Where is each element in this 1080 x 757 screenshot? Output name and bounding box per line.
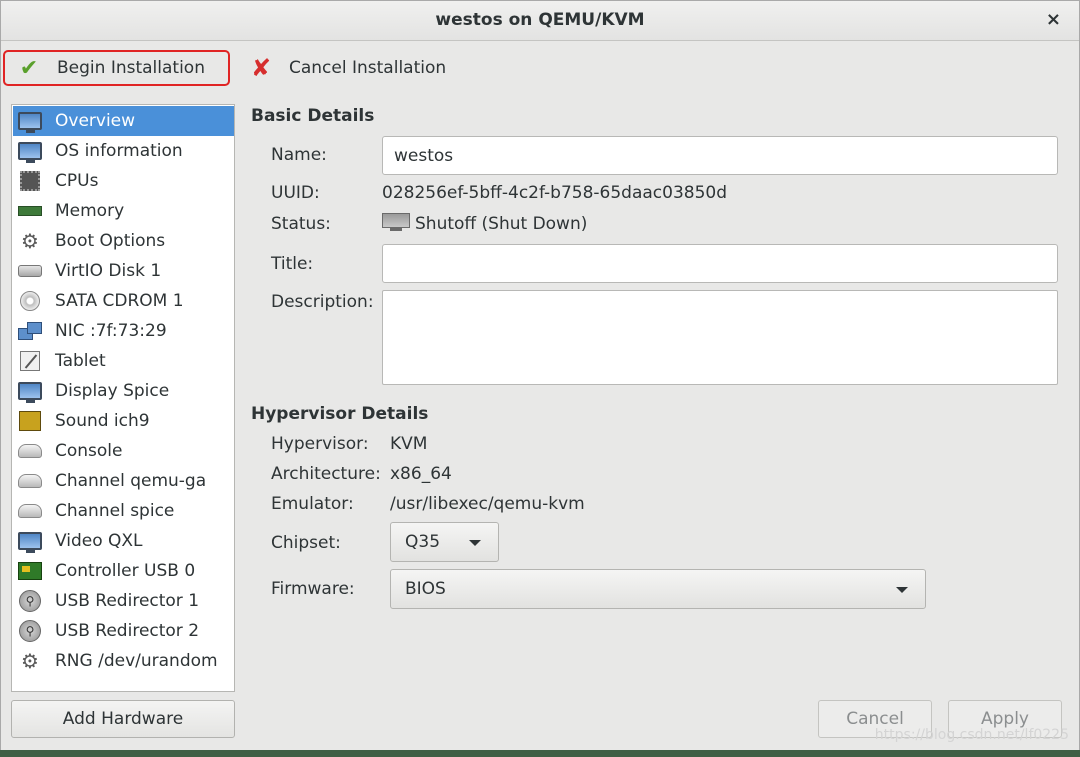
emulator-label: Emulator: — [271, 494, 354, 514]
sidebar-item-label: SATA CDROM 1 — [55, 291, 184, 311]
monitor-icon — [17, 530, 43, 553]
sidebar-item-rng-dev-urandom[interactable]: ⚙ RNG /dev/urandom — [13, 646, 234, 676]
hypervisor-value: KVM — [390, 434, 428, 454]
uuid-label: UUID: — [271, 183, 320, 203]
sound-card-icon — [17, 410, 43, 432]
title-field[interactable] — [382, 244, 1058, 283]
architecture-value: x86_64 — [390, 464, 452, 484]
sidebar-item-label: Display Spice — [55, 381, 170, 401]
sidebar-item-os-information[interactable]: OS information — [13, 136, 234, 166]
sidebar-item-boot-options[interactable]: ⚙ Boot Options — [13, 226, 234, 256]
sidebar-item-controller-usb-0[interactable]: Controller USB 0 — [13, 556, 234, 586]
sidebar-item-label: Controller USB 0 — [55, 561, 196, 581]
sidebar-item-tablet[interactable]: Tablet — [13, 346, 234, 376]
close-icon[interactable]: × — [1046, 9, 1061, 30]
hypervisor-details-heading: Hypervisor Details — [251, 404, 429, 424]
monitor-icon — [17, 110, 43, 133]
network-icon — [17, 320, 43, 342]
title-label: Title: — [271, 254, 314, 274]
hypervisor-label: Hypervisor: — [271, 434, 369, 454]
sidebar-item-label: Overview — [55, 111, 136, 131]
sidebar-item-label: Sound ich9 — [55, 411, 150, 431]
sidebar-item-virtio-disk-1[interactable]: VirtIO Disk 1 — [13, 256, 234, 286]
cdrom-icon — [17, 290, 43, 312]
red-x-icon: ✘ — [250, 54, 272, 82]
sidebar-item-label: RNG /dev/urandom — [55, 651, 218, 671]
begin-installation-label: Begin Installation — [57, 58, 205, 78]
serial-icon — [17, 500, 43, 522]
sidebar-item-usb-redirector-2[interactable]: ⚲ USB Redirector 2 — [13, 616, 234, 646]
add-hardware-button[interactable]: Add Hardware — [11, 700, 235, 738]
chipset-selected-value: Q35 — [405, 532, 441, 552]
gears-icon: ⚙ — [21, 229, 39, 253]
sidebar-item-sound-ich9[interactable]: Sound ich9 — [13, 406, 234, 436]
sidebar-item-memory[interactable]: Memory — [13, 196, 234, 226]
sidebar-item-label: Video QXL — [55, 531, 143, 551]
sidebar-item-label: USB Redirector 2 — [55, 621, 200, 641]
architecture-label: Architecture: — [271, 464, 381, 484]
serial-icon — [17, 440, 43, 462]
desktop-background-strip — [0, 750, 1080, 757]
description-textarea[interactable] — [382, 290, 1058, 385]
sidebar-item-label: USB Redirector 1 — [55, 591, 200, 611]
name-field[interactable]: westos — [382, 136, 1058, 175]
chevron-down-icon — [469, 540, 481, 546]
name-label: Name: — [271, 145, 327, 165]
hardware-list: Overview OS information CPUs Memory ⚙ Bo… — [11, 104, 235, 692]
chipset-label: Chipset: — [271, 533, 341, 553]
checkmark-icon: ✔ — [19, 55, 39, 81]
disk-icon — [17, 260, 43, 282]
sidebar-item-label: Boot Options — [55, 231, 166, 251]
sidebar-item-label: NIC :7f:73:29 — [55, 321, 167, 341]
cpu-chip-icon — [17, 170, 43, 192]
sidebar-item-video-qxl[interactable]: Video QXL — [13, 526, 234, 556]
cancel-installation-button[interactable]: ✘ Cancel Installation — [237, 50, 456, 86]
monitor-icon — [17, 380, 43, 403]
description-label: Description: — [271, 292, 374, 312]
status-value: Shutoff (Shut Down) — [415, 214, 588, 234]
sidebar-item-label: Channel spice — [55, 501, 175, 521]
firmware-label: Firmware: — [271, 579, 355, 599]
usb-icon: ⚲ — [17, 620, 43, 642]
window-title: westos on QEMU/KVM — [435, 10, 645, 30]
gears-icon: ⚙ — [21, 649, 39, 673]
status-label: Status: — [271, 214, 331, 234]
vm-shutoff-icon — [382, 213, 410, 233]
sidebar-item-label: Tablet — [55, 351, 106, 371]
toolbar: ✔ Begin Installation ✘ Cancel Installati… — [1, 42, 1079, 92]
sidebar-item-usb-redirector-1[interactable]: ⚲ USB Redirector 1 — [13, 586, 234, 616]
sidebar-item-label: Memory — [55, 201, 125, 221]
chevron-down-icon — [896, 587, 908, 593]
sidebar-item-channel-qemu-ga[interactable]: Channel qemu-ga — [13, 466, 234, 496]
sidebar-item-channel-spice[interactable]: Channel spice — [13, 496, 234, 526]
sidebar-item-overview[interactable]: Overview — [13, 106, 234, 136]
usb-controller-icon — [17, 560, 43, 582]
usb-icon: ⚲ — [17, 590, 43, 612]
emulator-value: /usr/libexec/qemu-kvm — [390, 494, 585, 514]
sidebar-item-label: Channel qemu-ga — [55, 471, 207, 491]
sidebar-item-nic[interactable]: NIC :7f:73:29 — [13, 316, 234, 346]
begin-installation-button[interactable]: ✔ Begin Installation — [3, 50, 230, 86]
serial-icon — [17, 470, 43, 492]
sidebar-item-console[interactable]: Console — [13, 436, 234, 466]
basic-details-heading: Basic Details — [251, 106, 375, 126]
chipset-dropdown[interactable]: Q35 — [390, 522, 499, 562]
sidebar-item-cpus[interactable]: CPUs — [13, 166, 234, 196]
memory-icon — [17, 200, 43, 222]
sidebar-item-sata-cdrom-1[interactable]: SATA CDROM 1 — [13, 286, 234, 316]
firmware-selected-value: BIOS — [405, 579, 446, 599]
vm-details-window: westos on QEMU/KVM × ✔ Begin Installatio… — [0, 0, 1080, 757]
title-bar: westos on QEMU/KVM × — [1, 1, 1079, 41]
uuid-value: 028256ef-5bff-4c2f-b758-65daac03850d — [382, 183, 728, 203]
sidebar-item-label: OS information — [55, 141, 183, 161]
sidebar-item-label: Console — [55, 441, 123, 461]
monitor-icon — [17, 140, 43, 163]
firmware-dropdown[interactable]: BIOS — [390, 569, 926, 609]
cancel-installation-label: Cancel Installation — [289, 58, 447, 78]
sidebar-item-display-spice[interactable]: Display Spice — [13, 376, 234, 406]
watermark-text: https://blog.csdn.net/lf0225 — [874, 727, 1069, 743]
sidebar-item-label: CPUs — [55, 171, 99, 191]
tablet-icon — [17, 350, 43, 372]
sidebar-item-label: VirtIO Disk 1 — [55, 261, 162, 281]
